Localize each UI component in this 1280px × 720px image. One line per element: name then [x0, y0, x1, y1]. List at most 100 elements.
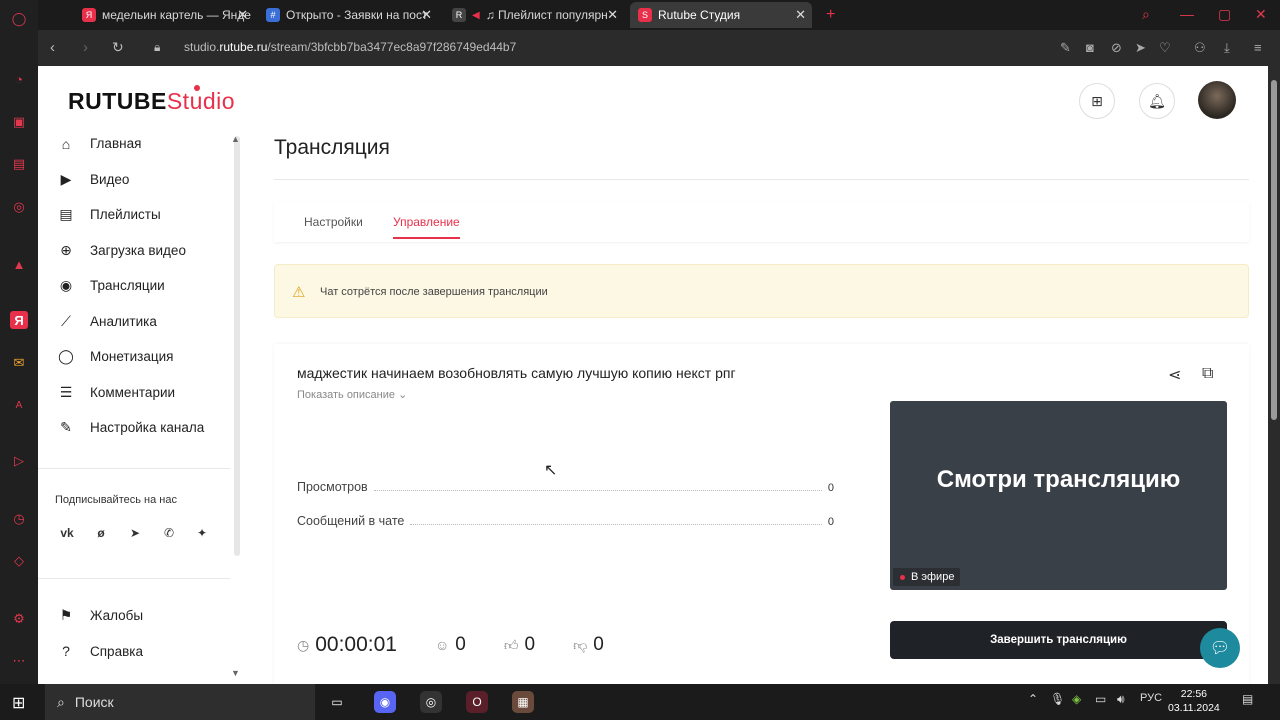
sidebar-item-video[interactable]: ▶ Видео	[38, 162, 238, 198]
chevron-down-icon: ⌄	[398, 389, 408, 401]
telegram-icon[interactable]: ➤	[125, 523, 145, 543]
vector-icon[interactable]: ▲	[10, 255, 28, 273]
close-tab-icon[interactable]: ✕	[421, 7, 432, 23]
support-chat-button[interactable]: 💬︎	[1200, 628, 1240, 668]
sidebar-item-monetization[interactable]: ◯ Монетизация	[38, 339, 238, 375]
sidebar-item-analytics[interactable]: ⟋ Аналитика	[38, 304, 238, 340]
sidebar-item-playlists[interactable]: ▤ Плейлисты	[38, 197, 238, 233]
edit-icon[interactable]: ✎	[1060, 40, 1071, 56]
stream-preview[interactable]: Смотри трансляцию В эфире	[890, 401, 1227, 590]
viber-icon[interactable]: ✆	[159, 523, 179, 543]
download-icon[interactable]: ⤓	[1224, 40, 1230, 56]
menu-icon[interactable]: ≡	[1254, 40, 1262, 55]
camera-icon[interactable]: ◙	[1086, 40, 1094, 55]
history-icon[interactable]: ◷	[10, 510, 28, 528]
avatar[interactable]	[1198, 81, 1236, 119]
sidebar-item-channel-settings[interactable]: ✎ Настройка канала	[38, 410, 238, 446]
volume-icon[interactable]: 🔊︎	[1117, 692, 1125, 707]
language-indicator[interactable]: РУС	[1140, 692, 1162, 704]
scroll-down-icon[interactable]: ▼	[231, 668, 240, 678]
yandex-icon[interactable]: Я	[10, 311, 28, 329]
translate-icon[interactable]: A	[10, 396, 28, 414]
close-tab-icon[interactable]: ✕	[795, 7, 806, 23]
twitch-icon[interactable]: ▤	[10, 155, 28, 173]
discord-icon[interactable]: ◉	[374, 691, 396, 713]
opera-taskbar-icon[interactable]: O	[466, 691, 488, 713]
chat-bubble-icon: 💬︎	[1209, 640, 1231, 657]
taskbar-search[interactable]: ⌕ Поиск	[45, 684, 315, 720]
share-icon[interactable]: ⋖	[1168, 365, 1181, 385]
forward-icon[interactable]: ›	[83, 39, 88, 56]
bag-icon[interactable]: ▣	[10, 113, 28, 131]
maximize-icon[interactable]: ▢	[1218, 6, 1231, 23]
likes-value: 0	[524, 634, 536, 655]
tray-expand-icon[interactable]: ⌃	[1028, 692, 1038, 706]
end-stream-button[interactable]: Завершить трансляцию	[890, 621, 1227, 659]
stat-label: Сообщений в чате	[297, 514, 405, 528]
clock[interactable]: 22:56 03.11.2024	[1168, 687, 1220, 715]
notifications-icon[interactable]: ▤	[1242, 692, 1253, 706]
stat-value: 0	[827, 516, 834, 528]
page-scrollbar[interactable]	[1268, 66, 1280, 684]
sidebar-item-label: Настройка канала	[90, 420, 205, 436]
send-icon[interactable]: ➤	[1135, 40, 1146, 56]
tab-requests[interactable]: # Открыто - Заявки на пост ✕	[258, 2, 438, 28]
instagram-icon[interactable]: ◎	[10, 198, 28, 216]
sidebar-item-help[interactable]: ? Справка	[38, 634, 238, 670]
new-tab-button[interactable]: +	[818, 2, 843, 28]
sidebar-scrollbar[interactable]	[234, 136, 240, 556]
speed-dial-icon[interactable]: ◔	[10, 70, 28, 88]
tab-playlist[interactable]: R ◀ ♫ Плейлист популярн ✕	[444, 2, 624, 28]
game-app-icon[interactable]: ▦	[512, 691, 534, 713]
sidebar-item-broadcasts[interactable]: ◉ Трансляции	[38, 268, 238, 304]
scroll-up-icon[interactable]: ▲	[231, 134, 240, 144]
nvidia-icon[interactable]: ◈	[1072, 692, 1081, 706]
rutube-studio-page: RUTUBEStudio ⊞ 🔔︎ ⌂ Главная ▶ Видео ▤ Плейл…	[38, 66, 1268, 684]
microphone-icon[interactable]: 🎙︎	[1050, 692, 1065, 706]
player-icon[interactable]: ▷	[10, 452, 28, 470]
scrollbar-thumb[interactable]	[1271, 80, 1277, 420]
audio-playing-icon[interactable]: ◀	[472, 10, 480, 21]
help-icon: ?	[62, 643, 70, 660]
tab-bar: Я медельин картель — Янде ✕ # Открыто - …	[38, 0, 1280, 30]
vk-icon[interactable]: vk	[57, 523, 77, 543]
reload-icon[interactable]: ↻	[112, 39, 124, 56]
search-tabs-icon[interactable]: ⌕	[1142, 6, 1150, 23]
back-icon[interactable]: ‹	[50, 39, 55, 56]
settings-icon[interactable]: ⚙	[10, 610, 28, 628]
task-view-icon[interactable]: ▭	[326, 691, 348, 713]
sidebar-item-home[interactable]: ⌂ Главная	[38, 126, 238, 162]
tab-settings[interactable]: Настройки	[304, 215, 363, 229]
sidebar-item-comments[interactable]: ☰ Комментарии	[38, 375, 238, 411]
tab-yandex[interactable]: Я медельин картель — Янде ✕	[74, 2, 254, 28]
network-icon[interactable]: ▭	[1095, 692, 1106, 706]
add-content-button[interactable]: ⊞	[1079, 83, 1115, 119]
dzen-icon[interactable]: ✦	[192, 523, 212, 543]
opera-menu-icon[interactable]: ◯	[10, 10, 28, 28]
url-field[interactable]: studio.rutube.ru/stream/3bfcbb7ba3477ec8…	[184, 40, 516, 54]
sidebar-item-upload[interactable]: ⊕ Загрузка видео	[38, 233, 238, 269]
heart-icon[interactable]: ♡	[1159, 40, 1171, 56]
profile-icon[interactable]: ⚇	[1194, 40, 1206, 56]
external-link-icon[interactable]: ⧉	[1202, 365, 1213, 383]
close-tab-icon[interactable]: ✕	[607, 7, 618, 23]
tab-rutube-studio[interactable]: S Rutube Студия ✕	[630, 2, 812, 28]
ok-icon[interactable]: ø	[91, 523, 111, 543]
adblock-icon[interactable]: ⊘	[1111, 40, 1122, 56]
close-tab-icon[interactable]: ✕	[237, 7, 248, 23]
minimize-icon[interactable]: —	[1180, 6, 1194, 22]
rutube-studio-logo[interactable]: RUTUBEStudio	[68, 85, 235, 115]
notifications-button[interactable]: 🔔︎	[1139, 83, 1175, 119]
upload-icon: ⊕	[60, 241, 72, 258]
show-description-link[interactable]: Показать описание ⌄	[297, 388, 407, 401]
playlist-icon: ▤	[59, 206, 73, 223]
obs-icon[interactable]: ◎	[420, 691, 442, 713]
windows-start-icon[interactable]: ⊞	[12, 693, 25, 713]
sidebar-item-complaints[interactable]: ⚑ Жалобы	[38, 598, 238, 634]
mail-icon[interactable]: ✉	[10, 354, 28, 372]
tab-management[interactable]: Управление	[393, 215, 460, 229]
more-icon[interactable]: ⋯	[10, 652, 28, 670]
cube-icon[interactable]: ◇	[10, 552, 28, 570]
close-window-icon[interactable]: ✕	[1255, 6, 1267, 23]
timer-value: 00:00:01	[315, 633, 397, 656]
